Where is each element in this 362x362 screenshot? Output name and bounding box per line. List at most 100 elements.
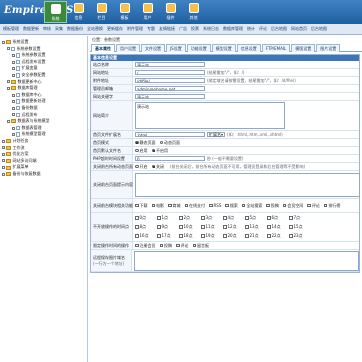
checkbox-option[interactable]: 9点	[157, 224, 179, 230]
keywords-input[interactable]: 演示站	[135, 93, 205, 100]
tree-toggle-icon[interactable]	[2, 146, 5, 150]
subnav-link[interactable]: 友情链接	[159, 26, 175, 32]
checkbox[interactable]	[157, 216, 161, 220]
ip-limit-textarea[interactable]	[134, 250, 359, 271]
checkbox[interactable]	[201, 234, 205, 238]
radio-button[interactable]	[135, 164, 139, 169]
checkbox[interactable]	[289, 225, 293, 229]
checkbox[interactable]	[209, 203, 213, 208]
checkbox[interactable]	[282, 203, 287, 208]
tree-toggle-icon[interactable]	[12, 67, 15, 71]
checkbox[interactable]	[245, 225, 249, 229]
tab[interactable]: 模版设置	[291, 44, 316, 52]
tree-toggle-icon[interactable]	[12, 126, 15, 130]
tab[interactable]: FTP/EMAIL	[261, 44, 291, 52]
tab[interactable]: 信息设置	[236, 44, 261, 52]
checkbox-option[interactable]: 评论	[176, 243, 189, 249]
checkbox[interactable]	[289, 216, 293, 220]
radio-button[interactable]	[159, 140, 163, 145]
tree-toggle-icon[interactable]	[7, 80, 10, 84]
tree-item[interactable]: 安全参数配置	[0, 72, 87, 79]
checkbox-option[interactable]: 投稿	[159, 243, 172, 249]
checkbox[interactable]	[135, 203, 139, 208]
checkbox-option[interactable]: 10点	[179, 224, 201, 230]
checkbox-option[interactable]: 15点	[289, 224, 311, 230]
checkbox[interactable]	[245, 216, 249, 220]
checkbox[interactable]	[266, 203, 270, 208]
checkbox[interactable]	[151, 203, 155, 208]
checkbox-option[interactable]: 5点	[245, 215, 267, 221]
checkbox[interactable]	[135, 234, 139, 238]
topnav-item[interactable]: 插件	[159, 1, 182, 23]
checkbox-option[interactable]: 下载	[135, 203, 148, 209]
index-ext-select[interactable]: 扩展名 ▾	[207, 132, 226, 138]
radio-option[interactable]: 不启用	[151, 148, 168, 154]
topnav-item[interactable]: 其他	[182, 1, 205, 23]
checkbox-option[interactable]: 16点	[135, 233, 157, 239]
checkbox[interactable]	[267, 216, 271, 220]
checkbox-option[interactable]: 3点	[201, 215, 223, 221]
subnav-link[interactable]: 数据备份	[67, 26, 83, 32]
tab[interactable]: 模型设置	[211, 44, 236, 52]
topnav-item[interactable]: 信息	[67, 1, 90, 23]
checkbox-option[interactable]: 2点	[179, 215, 201, 221]
tree-item[interactable]: 优化方案	[0, 151, 87, 158]
subnav-link[interactable]: 更新缓存	[107, 26, 123, 32]
site-url-input[interactable]: /	[135, 69, 205, 76]
radio-button[interactable]	[151, 148, 155, 153]
tree-toggle-icon[interactable]	[2, 40, 5, 44]
checkbox[interactable]	[135, 225, 139, 229]
tree-item[interactable]: 系统设置	[0, 39, 87, 46]
checkbox-option[interactable]: 19点	[201, 233, 223, 239]
subnav-link[interactable]: 系统日志	[203, 26, 219, 32]
subnav-link[interactable]: 统计	[247, 26, 255, 32]
close-tip-textarea[interactable]	[135, 172, 360, 197]
checkbox-option[interactable]: 电影	[151, 203, 164, 209]
tree-item[interactable]: 数据更新处理	[0, 98, 87, 105]
subnav-link[interactable]: 后台地图	[311, 26, 327, 32]
subnav-link[interactable]: 数据更新	[23, 26, 39, 32]
tree-toggle-icon[interactable]	[2, 159, 5, 163]
topnav-item[interactable]: 系统	[44, 1, 67, 23]
checkbox[interactable]	[307, 203, 311, 208]
tree-item[interactable]: 扩展菜单	[0, 164, 87, 171]
tree-toggle-icon[interactable]	[7, 86, 10, 90]
checkbox[interactable]	[223, 234, 227, 238]
checkbox[interactable]	[241, 203, 246, 208]
subnav-link[interactable]: 评论	[259, 26, 267, 32]
checkbox-option[interactable]: 20点	[223, 233, 245, 239]
checkbox-option[interactable]: 注册会员	[135, 243, 156, 249]
checkbox-option[interactable]: 0点	[135, 215, 157, 221]
checkbox-option[interactable]: 14点	[267, 224, 289, 230]
checkbox-option[interactable]: 21点	[245, 233, 267, 239]
tree-item[interactable]: 系统参数设置	[0, 52, 87, 59]
checkbox[interactable]	[157, 225, 161, 229]
checkbox-option[interactable]: 商城	[168, 203, 181, 209]
checkbox-option[interactable]: 4点	[223, 215, 245, 221]
tree-toggle-icon[interactable]	[12, 53, 15, 57]
attach-url-input[interactable]: /d/file/	[135, 77, 205, 84]
tree-item[interactable]: 数据更新中心	[0, 79, 87, 86]
subnav-link[interactable]: 数据库管理	[223, 26, 243, 32]
checkbox-option[interactable]: 6点	[267, 215, 289, 221]
checkbox[interactable]	[184, 203, 188, 208]
checkbox[interactable]	[135, 216, 139, 220]
subnav-link[interactable]: 专题	[147, 26, 155, 32]
topnav-item[interactable]: 用户	[136, 1, 159, 23]
tree-toggle-icon[interactable]	[2, 166, 5, 170]
checkbox[interactable]	[245, 234, 249, 238]
checkbox-option[interactable]: 18点	[179, 233, 201, 239]
tree-toggle-icon[interactable]	[7, 119, 10, 123]
tree-toggle-icon[interactable]	[12, 100, 15, 104]
site-name-input[interactable]: 演示站	[135, 61, 205, 68]
checkbox[interactable]	[179, 216, 183, 220]
checkbox[interactable]	[267, 234, 271, 238]
checkbox[interactable]	[223, 225, 227, 229]
checkbox-option[interactable]: 12点	[223, 224, 245, 230]
tree-toggle-icon[interactable]	[2, 139, 5, 143]
radio-button[interactable]	[135, 140, 139, 145]
checkbox-option[interactable]: 搜索	[225, 203, 238, 209]
radio-option[interactable]: 关闭	[151, 164, 164, 170]
checkbox-option[interactable]: 7点	[289, 215, 311, 221]
tree-toggle-icon[interactable]	[2, 172, 5, 176]
